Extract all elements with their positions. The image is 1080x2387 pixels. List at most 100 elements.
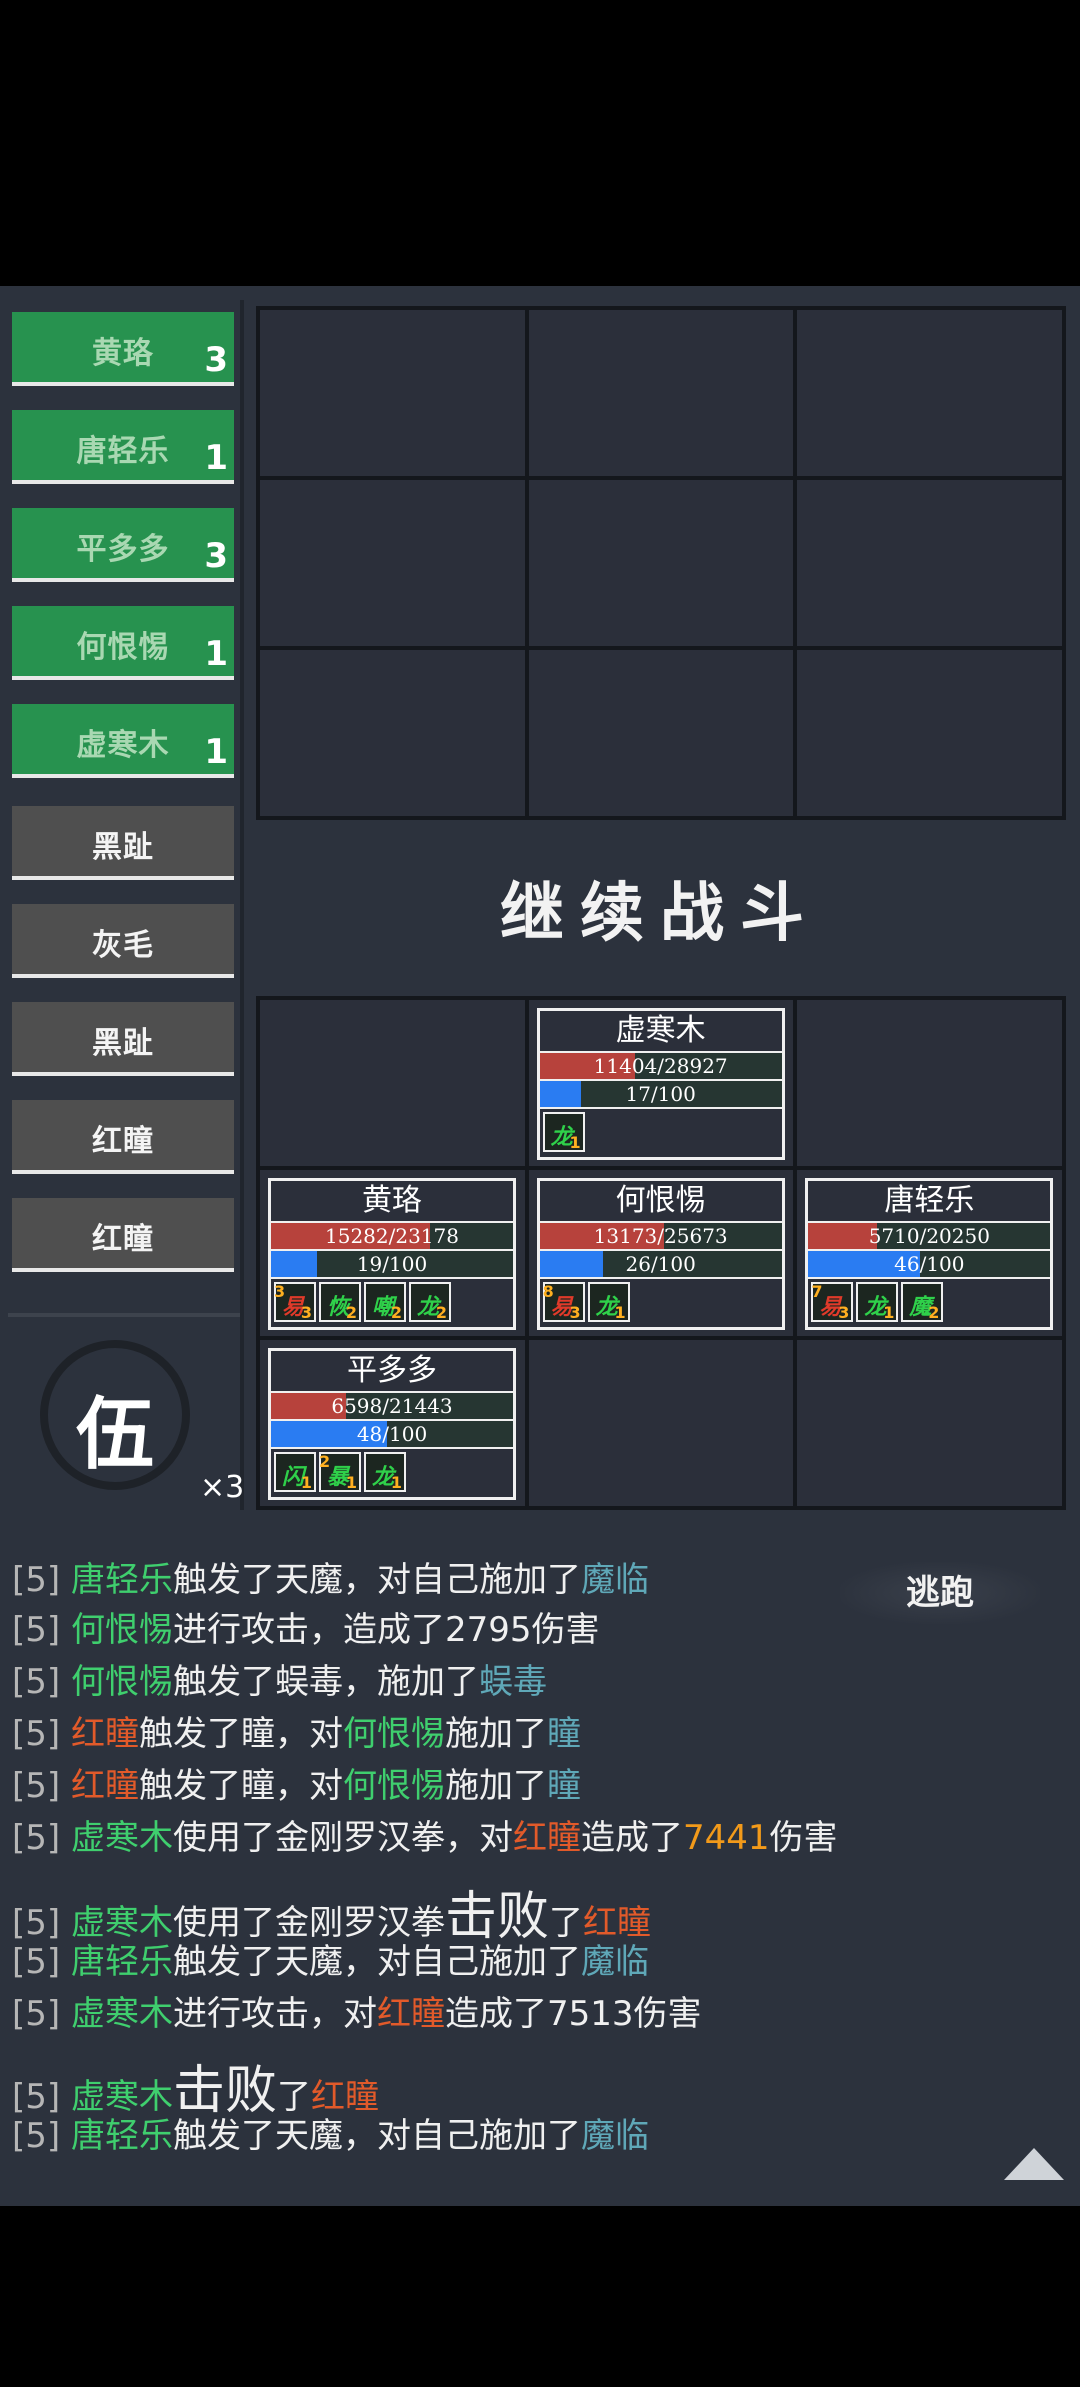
log-segment: 何恨惕: [70, 1610, 173, 1650]
roster-item[interactable]: 何恨惕 1: [12, 606, 234, 680]
hp-bar: 5710/20250: [808, 1223, 1051, 1251]
buff-turns: 2: [390, 1303, 402, 1322]
buff-icon[interactable]: 龙1: [364, 1452, 406, 1492]
hp-bar: 6598/21443: [271, 1393, 513, 1421]
buff-icon[interactable]: 龙1: [856, 1282, 899, 1322]
grid-cell[interactable]: [260, 480, 525, 646]
log-line: [5] 何恨惕触发了蜈毒，施加了蜈毒: [12, 1654, 547, 1703]
buff-icon[interactable]: 龙1: [587, 1282, 630, 1322]
team-seal-icon[interactable]: 伍: [30, 1330, 200, 1500]
unit-card[interactable]: 唐轻乐 5710/20250 46/100 7 易 3 龙 1 魔 2: [805, 1178, 1054, 1330]
grid-cell[interactable]: [260, 310, 525, 476]
log-line: [5] 唐轻乐触发了天魔，对自己施加了魔临: [12, 1934, 649, 1983]
unit-card[interactable]: 虚寒木 11404/28927 17/100 龙 1: [536, 1008, 785, 1160]
log-segment: 使用了金刚罗汉拳，对: [172, 1818, 513, 1858]
grid-cell[interactable]: 唐轻乐 5710/20250 46/100 7 易 3 龙 1 魔 2: [797, 1170, 1062, 1336]
grid-cell[interactable]: [528, 310, 794, 476]
log-segment: 唐轻乐: [70, 1560, 173, 1600]
buff-icon[interactable]: 3易3: [274, 1282, 316, 1322]
buff-icon[interactable]: 7易3: [811, 1282, 854, 1322]
roster-item-count: 3: [204, 340, 228, 380]
mp-bar: 46/100: [808, 1251, 1051, 1279]
log-segment: 红瞳: [376, 1994, 445, 2034]
grid-cell[interactable]: [797, 310, 1062, 476]
sidebar-divider: [240, 300, 244, 1510]
buff-icon[interactable]: 闪1: [274, 1452, 316, 1492]
roster-item[interactable]: 红瞳: [12, 1198, 234, 1272]
buff-turns: 2: [435, 1303, 447, 1322]
roster-item-name: 唐轻乐: [76, 434, 170, 469]
buff-icon[interactable]: 2暴1: [319, 1452, 361, 1492]
roster-item-name: 平多多: [76, 532, 170, 567]
grid-cell[interactable]: 何恨惕 13173/25673 26/100 8 易 3 龙 1: [528, 1170, 794, 1336]
mp-text: 46/100: [894, 1252, 965, 1276]
grid-cell[interactable]: [260, 650, 525, 816]
buff-icon[interactable]: 8易3: [542, 1282, 585, 1322]
mp-text: 26/100: [625, 1252, 696, 1276]
grid-cell[interactable]: [797, 1000, 1062, 1166]
log-round: [5]: [12, 1766, 71, 1806]
roster-item-name: 何恨惕: [76, 630, 170, 665]
grid-cell[interactable]: [260, 1000, 525, 1166]
buff-row: 8易3龙1: [542, 1282, 630, 1324]
unit-card[interactable]: 平多多 6598/21443 48/100 闪 1 2 暴 1 龙 1: [268, 1348, 516, 1500]
escape-button[interactable]: 逃跑: [840, 1562, 1040, 1624]
grid-cell[interactable]: 平多多 6598/21443 48/100 闪 1 2 暴 1 龙 1: [260, 1340, 525, 1506]
buff-turns: 1: [569, 1133, 581, 1152]
log-segment: 红瞳: [512, 1818, 581, 1858]
hp-bar: 11404/28927: [539, 1053, 782, 1081]
roster-item[interactable]: 黑趾: [12, 806, 234, 880]
log-segment: 触发了天魔，对自己施加了: [172, 1942, 581, 1982]
scroll-up-arrow-icon[interactable]: [1004, 2148, 1064, 2180]
buff-row: 闪12暴1龙1: [274, 1452, 406, 1494]
mp-bar: 48/100: [271, 1421, 513, 1449]
roster-item[interactable]: 黄珞 3: [12, 312, 234, 386]
log-segment: 何恨惕: [342, 1714, 445, 1754]
grid-cell[interactable]: [528, 1340, 794, 1506]
roster-item[interactable]: 灰毛: [12, 904, 234, 978]
unit-name: 何恨惕: [539, 1181, 782, 1223]
log-segment: 施加了: [444, 1766, 547, 1806]
log-line: [5] 唐轻乐触发了天魔，对自己施加了魔临: [12, 2108, 649, 2157]
roster-item[interactable]: 红瞳: [12, 1100, 234, 1174]
log-round: [5]: [12, 1560, 71, 1600]
grid-cell[interactable]: [797, 650, 1062, 816]
grid-cell[interactable]: [797, 1340, 1062, 1506]
grid-cell[interactable]: [528, 650, 794, 816]
buff-icon[interactable]: 龙2: [409, 1282, 451, 1322]
grid-cell[interactable]: [797, 480, 1062, 646]
log-round: [5]: [12, 1610, 71, 1650]
roster-item-name: 红瞳: [92, 1124, 154, 1159]
mp-bar: 26/100: [539, 1251, 782, 1279]
log-segment: 瞳: [546, 1766, 581, 1806]
log-segment: 7441: [682, 1818, 770, 1858]
grid-cell[interactable]: 虚寒木 11404/28927 17/100 龙 1: [528, 1000, 794, 1166]
unit-card[interactable]: 黄珞 15282/23178 19/100 3 易 3 恢 2 嘲 2 龙 2: [268, 1178, 516, 1330]
unit-card[interactable]: 何恨惕 13173/25673 26/100 8 易 3 龙 1: [536, 1178, 785, 1330]
roster-item[interactable]: 平多多 3: [12, 508, 234, 582]
buff-row: 7易3龙1魔2: [811, 1282, 944, 1324]
buff-turns: 2: [928, 1303, 940, 1322]
log-line: [5] 红瞳触发了瞳，对何恨惕施加了瞳: [12, 1706, 581, 1755]
grid-cell[interactable]: 黄珞 15282/23178 19/100 3 易 3 恢 2 嘲 2 龙 2: [260, 1170, 525, 1336]
buff-turns: 3: [569, 1303, 581, 1322]
log-segment: 唐轻乐: [70, 2116, 173, 2156]
log-round: [5]: [12, 2116, 71, 2156]
log-line: [5] 红瞳触发了瞳，对何恨惕施加了瞳: [12, 1758, 581, 1807]
roster-item[interactable]: 唐轻乐 1: [12, 410, 234, 484]
buff-row: 龙1: [542, 1112, 585, 1154]
buff-icon[interactable]: 恢2: [319, 1282, 361, 1322]
hp-bar: 15282/23178: [271, 1223, 513, 1251]
grid-cell[interactable]: [528, 480, 794, 646]
continue-battle-button[interactable]: 继续战斗: [420, 862, 900, 954]
ally-formation-grid: 虚寒木 11404/28927 17/100 龙 1 黄珞 15282/23178 19/1…: [256, 996, 1066, 1510]
log-segment: 触发了蜈毒，施加了: [172, 1662, 479, 1702]
roster-item[interactable]: 黑趾: [12, 1002, 234, 1076]
buff-icon[interactable]: 魔2: [901, 1282, 944, 1322]
roster-item[interactable]: 虚寒木 1: [12, 704, 234, 778]
log-segment: 触发了天魔，对自己施加了: [172, 2116, 581, 2156]
roster-item-name: 黑趾: [92, 830, 154, 865]
log-segment: 伤害: [769, 1818, 838, 1858]
buff-icon[interactable]: 龙1: [542, 1112, 585, 1152]
buff-icon[interactable]: 嘲2: [364, 1282, 406, 1322]
